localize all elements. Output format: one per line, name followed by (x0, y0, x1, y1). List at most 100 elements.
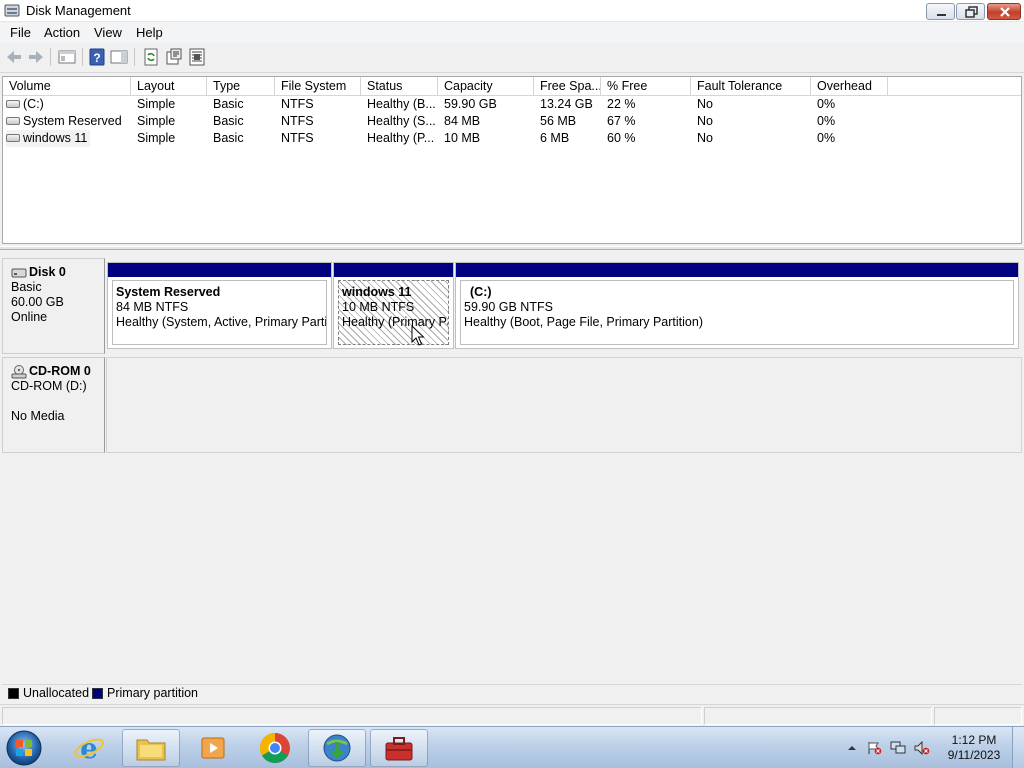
column-header-type[interactable]: Type (207, 77, 275, 96)
volume-row[interactable]: System Reserved Simple Basic NTFS Health… (3, 113, 1021, 130)
column-header-status[interactable]: Status (361, 77, 438, 96)
taskbar-computer-management[interactable] (370, 729, 428, 767)
cdrom-0-name: CD-ROM 0 (29, 364, 91, 378)
legend-primary-partition: Primary partition (107, 686, 198, 700)
show-hide-console-icon[interactable] (58, 48, 76, 66)
menu-action[interactable]: Action (44, 25, 80, 40)
show-hide-action-pane-icon[interactable] (110, 48, 128, 66)
volume-capacity: 84 MB (444, 114, 481, 128)
volume-type: Basic (213, 114, 244, 128)
status-segment (934, 707, 1022, 725)
volume-status: Healthy (S... (367, 114, 436, 128)
show-hidden-icons-icon[interactable] (844, 741, 860, 755)
column-header-overhead[interactable]: Overhead (811, 77, 888, 96)
volume-row[interactable]: (C:) Simple Basic NTFS Healthy (B... 59.… (3, 96, 1021, 113)
taskbar-chrome[interactable] (246, 729, 304, 767)
volume-overhead: 0% (817, 131, 836, 145)
svg-text:e: e (80, 732, 98, 764)
partition-windows-11[interactable]: windows 11 10 MB NTFS Healthy (Primary P… (333, 262, 454, 349)
disk-0-state: Online (11, 310, 48, 324)
partition-status: Healthy (System, Active, Primary Partiti… (116, 315, 327, 329)
toolbar: ? (0, 43, 1024, 73)
partition-status: Healthy (Boot, Page File, Primary Partit… (464, 315, 703, 329)
volume-capacity: 59.90 GB (444, 97, 497, 111)
menu-file[interactable]: File (10, 25, 31, 40)
disk-0-size: 60.00 GB (11, 295, 64, 309)
volume-free-space: 56 MB (540, 114, 577, 128)
partition-system-reserved[interactable]: System Reserved 84 MB NTFS Healthy (Syst… (107, 262, 332, 349)
disk-management-app-icon (4, 4, 20, 17)
menu-help[interactable]: Help (136, 25, 163, 40)
refresh-icon[interactable] (142, 48, 160, 66)
column-header-free-space[interactable]: Free Spa... (534, 77, 601, 96)
disk-0-type: Basic (11, 280, 42, 294)
forward-arrow-icon[interactable] (27, 48, 45, 66)
action-center-flag-icon[interactable] (866, 741, 882, 755)
drive-icon (6, 116, 20, 125)
network-icon[interactable] (890, 741, 906, 755)
volume-fault-tolerance: No (697, 97, 713, 111)
cdrom-0-drive: CD-ROM (D:) (11, 379, 87, 393)
primary-partition-bar (108, 263, 331, 277)
system-clock[interactable]: 1:12 PM 9/11/2023 (940, 733, 1008, 763)
volume-overhead: 0% (817, 114, 836, 128)
partition-status: Healthy (Primary Pa (342, 315, 449, 329)
toolbar-separator (50, 48, 51, 66)
volume-capacity: 10 MB (444, 131, 481, 145)
cdrom-0-media: No Media (11, 409, 65, 423)
volume-muted-icon[interactable] (914, 741, 930, 755)
taskbar-file-explorer[interactable] (122, 729, 180, 767)
taskbar-internet-explorer[interactable]: e (60, 729, 118, 767)
close-button[interactable] (987, 3, 1021, 20)
disk-0-label[interactable]: Disk 0 Basic 60.00 GB Online (2, 258, 105, 354)
help-icon[interactable]: ? (88, 48, 106, 66)
chrome-icon (259, 733, 290, 764)
status-bar (0, 704, 1024, 726)
properties-icon[interactable] (165, 48, 183, 66)
partition-c-drive[interactable]: (C:) 59.90 GB NTFS Healthy (Boot, Page F… (455, 262, 1019, 349)
taskbar: e 1:12 PM 9/11/2023 (0, 726, 1024, 768)
minimize-button[interactable] (926, 3, 955, 20)
partition-name: (C:) (470, 285, 492, 299)
cd-drive-icon (11, 364, 27, 378)
column-header-volume[interactable]: Volume (3, 77, 131, 96)
volume-free-space: 6 MB (540, 131, 570, 145)
volume-list[interactable]: Volume Layout Type File System Status Ca… (2, 76, 1022, 244)
column-header-file-system[interactable]: File System (275, 77, 361, 96)
column-header-capacity[interactable]: Capacity (438, 77, 534, 96)
disk-0-name: Disk 0 (29, 265, 66, 279)
start-button-icon[interactable] (4, 729, 44, 767)
partition-size: 59.90 GB NTFS (464, 300, 553, 314)
back-arrow-icon[interactable] (5, 48, 23, 66)
volume-fault-tolerance: No (697, 114, 713, 128)
volume-list-header: Volume Layout Type File System Status Ca… (3, 77, 1021, 96)
unallocated-swatch (8, 688, 19, 699)
volume-free-space: 13.24 GB (540, 97, 593, 111)
clock-time: 1:12 PM (951, 733, 997, 747)
clock-date: 9/11/2023 (947, 748, 1001, 762)
volume-file-system: NTFS (281, 131, 314, 145)
volume-status: Healthy (P... (367, 131, 435, 145)
primary-partition-swatch (92, 688, 103, 699)
minimize-icon (937, 14, 946, 16)
cdrom-0-label[interactable]: CD-ROM 0 CD-ROM (D:) No Media (2, 357, 105, 453)
volume-name: System Reserved (23, 114, 122, 128)
show-desktop-button[interactable] (1012, 727, 1024, 768)
column-header-fault-tolerance[interactable]: Fault Tolerance (691, 77, 811, 96)
taskbar-media-player[interactable] (184, 729, 242, 767)
taskbar-download-manager[interactable] (308, 729, 366, 767)
restore-button[interactable] (956, 3, 985, 20)
svg-text:?: ? (93, 51, 100, 65)
partition-size: 10 MB NTFS (342, 300, 415, 314)
menu-view[interactable]: View (94, 25, 122, 40)
download-manager-icon (323, 734, 351, 762)
cdrom-0-media-area[interactable] (106, 357, 1022, 453)
column-header-percent-free[interactable]: % Free (601, 77, 691, 96)
pane-splitter[interactable] (0, 246, 1024, 250)
volume-status: Healthy (B... (367, 97, 436, 111)
media-player-icon (201, 737, 225, 759)
hard-disk-icon (11, 268, 27, 278)
column-header-layout[interactable]: Layout (131, 77, 207, 96)
volume-row[interactable]: windows 11 Simple Basic NTFS Healthy (P.… (3, 130, 1021, 147)
settings-icon[interactable] (188, 48, 206, 66)
